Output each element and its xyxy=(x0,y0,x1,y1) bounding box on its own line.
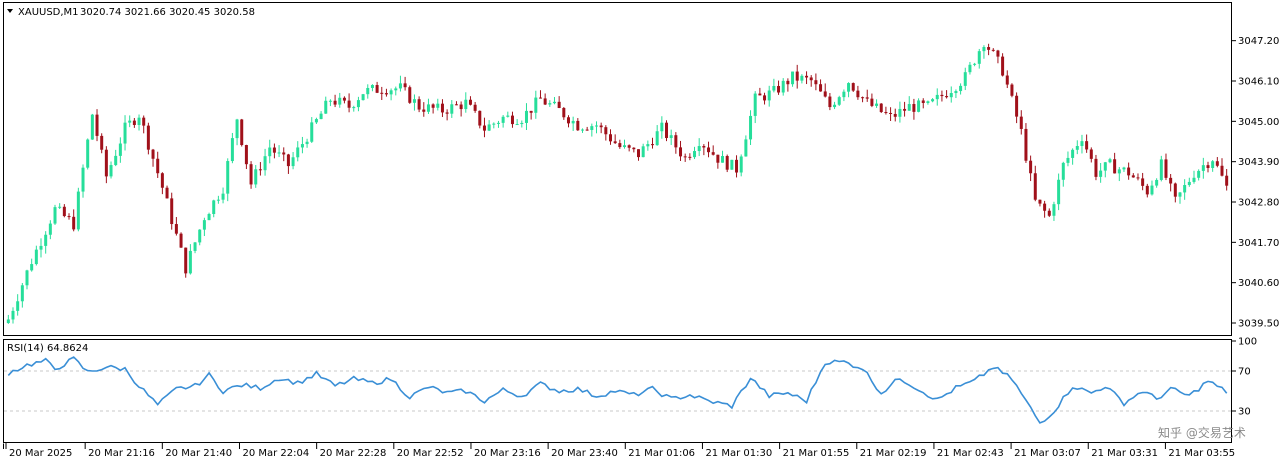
price-tick-label: 3047.20 xyxy=(1238,36,1279,47)
time-tick-label: 20 Mar 21:40 xyxy=(165,448,232,459)
candle xyxy=(837,95,841,106)
candle xyxy=(725,154,729,173)
price-tick-label: 3042.80 xyxy=(1238,198,1279,209)
candle xyxy=(730,159,734,170)
candle xyxy=(1010,83,1014,98)
candle xyxy=(76,187,80,232)
price-pane[interactable] xyxy=(3,2,1232,336)
rsi-label: RSI(14) 64.8624 xyxy=(7,343,88,354)
time-tick-label: 21 Mar 01:30 xyxy=(705,448,772,459)
time-tick-label: 20 Mar 2025 xyxy=(9,448,72,459)
candle xyxy=(1024,123,1028,163)
trading-chart-window: 3047.20 3046.10 3045.00 3043.90 3042.80 3041.… xyxy=(0,0,1280,464)
candle xyxy=(665,120,669,142)
price-tick-label: 3046.10 xyxy=(1238,77,1279,88)
time-tick-label: 20 Mar 23:40 xyxy=(551,448,618,459)
time-tick-label: 21 Mar 02:19 xyxy=(860,448,927,459)
candle xyxy=(179,232,183,248)
symbol-label: XAUUSD,M1 xyxy=(18,7,79,18)
candle xyxy=(53,204,57,225)
price-tick-label: 3040.60 xyxy=(1238,278,1279,289)
time-tick-label: 20 Mar 23:16 xyxy=(474,448,541,459)
candle xyxy=(184,247,188,278)
price-tick-label: 3041.70 xyxy=(1238,238,1279,249)
price-tick-label: 3045.00 xyxy=(1238,117,1279,128)
time-tick-label: 21 Mar 01:55 xyxy=(783,448,850,459)
price-tick-label: 3043.90 xyxy=(1238,157,1279,168)
price-tick-label: 3039.50 xyxy=(1238,319,1279,330)
candle xyxy=(1001,53,1005,77)
chart-canvas[interactable]: 3047.20 3046.10 3045.00 3043.90 3042.80 3041.… xyxy=(0,0,1280,464)
watermark: 知乎 @交易艺术 xyxy=(1158,425,1246,440)
time-tick-label: 21 Mar 03:31 xyxy=(1091,448,1158,459)
rsi-tick-label: 30 xyxy=(1238,407,1251,418)
candle xyxy=(879,103,883,114)
time-tick-label: 20 Mar 22:52 xyxy=(397,448,464,459)
time-tick-label: 20 Mar 22:28 xyxy=(320,448,387,459)
time-tick-label: 20 Mar 22:04 xyxy=(242,448,309,459)
time-tick-label: 21 Mar 03:07 xyxy=(1014,448,1081,459)
candle xyxy=(240,118,244,147)
candle xyxy=(361,93,365,101)
candle xyxy=(408,85,412,104)
candle xyxy=(1159,155,1163,182)
time-tick-label: 20 Mar 21:16 xyxy=(88,448,155,459)
rsi-tick-label: 100 xyxy=(1238,337,1257,348)
time-tick-label: 21 Mar 03:55 xyxy=(1168,448,1235,459)
time-tick-label: 21 Mar 02:43 xyxy=(937,448,1004,459)
time-tick-label: 21 Mar 01:06 xyxy=(628,448,695,459)
candle xyxy=(851,82,855,92)
candle xyxy=(86,138,90,170)
rsi-tick-label: 70 xyxy=(1238,367,1251,378)
ohlc-label: 3020.74 3021.66 3020.45 3020.58 xyxy=(80,7,255,18)
candle xyxy=(90,113,94,140)
candle xyxy=(146,122,150,155)
